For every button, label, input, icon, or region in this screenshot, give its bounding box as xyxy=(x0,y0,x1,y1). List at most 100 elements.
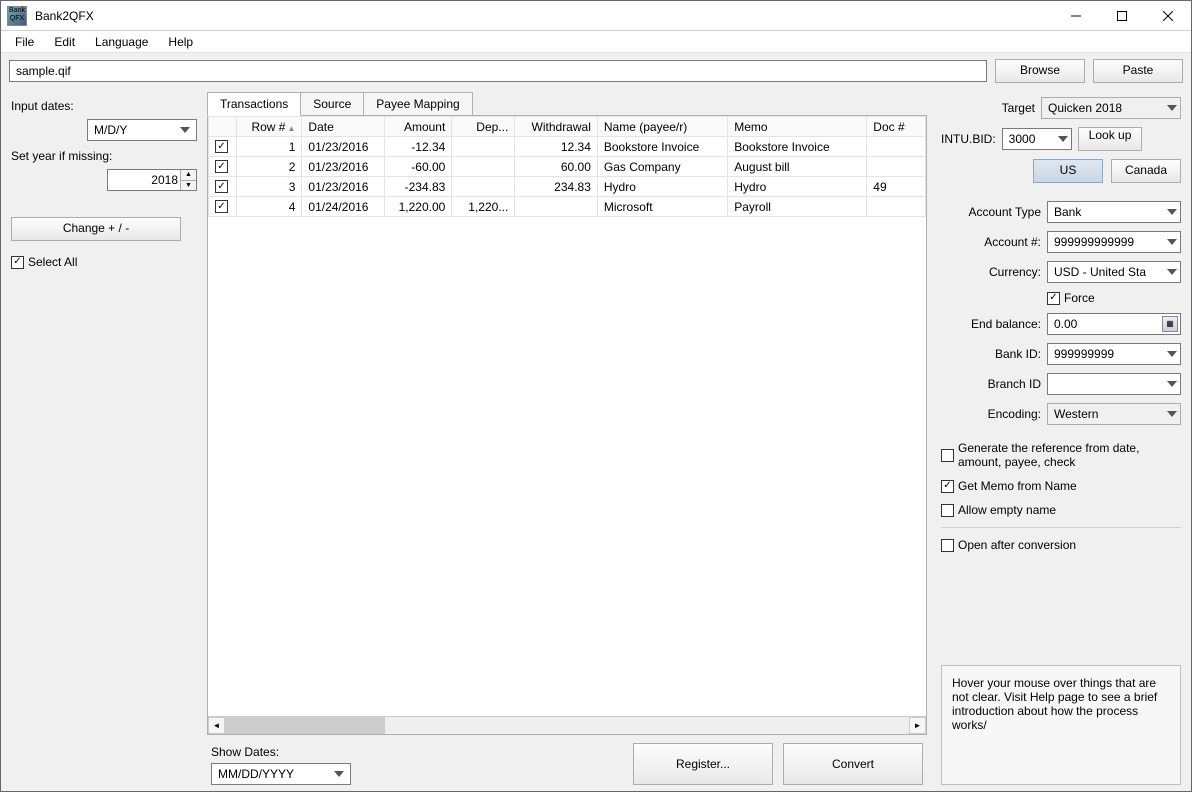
col-check[interactable] xyxy=(209,117,237,137)
col-date[interactable]: Date xyxy=(302,117,385,137)
currency-select[interactable]: USD - United Sta xyxy=(1047,261,1181,283)
select-all-checkbox[interactable]: ✓ Select All xyxy=(11,255,197,269)
change-sign-button[interactable]: Change + / - xyxy=(11,217,181,241)
checkbox-icon xyxy=(941,539,954,552)
cell-memo: August bill xyxy=(728,157,867,177)
input-dates-select[interactable]: M/D/Y xyxy=(87,119,197,141)
lookup-button[interactable]: Look up xyxy=(1078,127,1143,151)
target-label: Target xyxy=(941,101,1035,115)
col-memo[interactable]: Memo xyxy=(728,117,867,137)
encoding-label: Encoding: xyxy=(941,407,1041,421)
scroll-right-icon[interactable]: ► xyxy=(909,717,926,734)
set-year-spinner[interactable]: 2018 ▲▼ xyxy=(107,169,197,191)
path-toolbar: Browse Paste xyxy=(1,53,1191,89)
cell-doc xyxy=(867,157,926,177)
show-dates-select[interactable]: MM/DD/YYYY xyxy=(211,763,351,785)
checkbox-icon xyxy=(941,449,954,462)
intu-bid-label: INTU.BID: xyxy=(941,132,996,146)
intu-bid-select[interactable]: 3000 xyxy=(1002,128,1072,150)
table-row[interactable]: ✓301/23/2016-234.83234.83HydroHydro49 xyxy=(209,177,926,197)
cell-deposit xyxy=(452,137,515,157)
row-checkbox[interactable]: ✓ xyxy=(215,200,228,213)
cell-withdrawal: 12.34 xyxy=(515,137,598,157)
row-checkbox[interactable]: ✓ xyxy=(215,180,228,193)
select-all-label: Select All xyxy=(28,255,77,269)
account-type-select[interactable]: Bank xyxy=(1047,201,1181,223)
menu-help[interactable]: Help xyxy=(158,33,203,51)
cell-name: Bookstore Invoice xyxy=(597,137,727,157)
right-panel: Target Quicken 2018 INTU.BID: 3000 Look … xyxy=(931,89,1191,791)
cell-row: 2 xyxy=(237,157,302,177)
bank-id-select[interactable]: 999999999 xyxy=(1047,343,1181,365)
horizontal-scrollbar[interactable]: ◄ ► xyxy=(208,716,926,734)
spinner-up-icon[interactable]: ▲ xyxy=(180,170,196,181)
chevron-down-icon xyxy=(334,768,346,780)
close-button[interactable] xyxy=(1145,1,1191,31)
target-select[interactable]: Quicken 2018 xyxy=(1041,97,1181,119)
cell-withdrawal: 60.00 xyxy=(515,157,598,177)
scroll-thumb[interactable] xyxy=(225,717,385,734)
checkmark-icon: ✓ xyxy=(941,480,954,493)
col-doc[interactable]: Doc # xyxy=(867,117,926,137)
maximize-button[interactable] xyxy=(1099,1,1145,31)
calendar-icon[interactable]: ▦ xyxy=(1162,316,1178,332)
cell-date: 01/23/2016 xyxy=(302,177,385,197)
main-area: Input dates: M/D/Y Set year if missing: … xyxy=(1,89,1191,791)
minimize-button[interactable] xyxy=(1053,1,1099,31)
end-balance-input[interactable]: 0.00▦ xyxy=(1047,313,1181,335)
col-deposit[interactable]: Dep... xyxy=(452,117,515,137)
table-row[interactable]: ✓101/23/2016-12.3412.34Bookstore Invoice… xyxy=(209,137,926,157)
account-num-label: Account #: xyxy=(941,235,1041,249)
open-after-checkbox[interactable]: Open after conversion xyxy=(941,538,1181,552)
menu-file[interactable]: File xyxy=(5,33,44,51)
register-button[interactable]: Register... xyxy=(633,743,773,785)
left-panel: Input dates: M/D/Y Set year if missing: … xyxy=(1,89,207,791)
convert-button[interactable]: Convert xyxy=(783,743,923,785)
cell-memo: Bookstore Invoice xyxy=(728,137,867,157)
cell-name: Gas Company xyxy=(597,157,727,177)
account-num-select[interactable]: 999999999999 xyxy=(1047,231,1181,253)
us-button[interactable]: US xyxy=(1033,159,1103,183)
table-row[interactable]: ✓401/24/20161,220.001,220...MicrosoftPay… xyxy=(209,197,926,217)
menu-language[interactable]: Language xyxy=(85,33,158,51)
row-checkbox[interactable]: ✓ xyxy=(215,140,228,153)
tab-strip: Transactions Source Payee Mapping xyxy=(207,91,927,115)
browse-button[interactable]: Browse xyxy=(995,59,1085,83)
menu-edit[interactable]: Edit xyxy=(44,33,85,51)
table-row[interactable]: ✓201/23/2016-60.0060.00Gas CompanyAugust… xyxy=(209,157,926,177)
col-name[interactable]: Name (payee/r) xyxy=(597,117,727,137)
cell-row: 3 xyxy=(237,177,302,197)
chevron-down-icon xyxy=(1167,266,1177,280)
generate-reference-checkbox[interactable]: Generate the reference from date, amount… xyxy=(941,441,1181,469)
col-row[interactable]: Row #▲ xyxy=(237,117,302,137)
chevron-down-icon xyxy=(1058,133,1068,147)
cell-withdrawal xyxy=(515,197,598,217)
intu-bid-value: 3000 xyxy=(1009,132,1036,146)
col-amount[interactable]: Amount xyxy=(384,117,451,137)
tab-source[interactable]: Source xyxy=(300,92,364,116)
scroll-left-icon[interactable]: ◄ xyxy=(208,717,225,734)
paste-button[interactable]: Paste xyxy=(1093,59,1183,83)
get-memo-checkbox[interactable]: ✓Get Memo from Name xyxy=(941,479,1181,493)
col-withdrawal[interactable]: Withdrawal xyxy=(515,117,598,137)
help-text: Hover your mouse over things that are no… xyxy=(952,676,1157,732)
menubar: File Edit Language Help xyxy=(1,31,1191,53)
allow-empty-checkbox[interactable]: Allow empty name xyxy=(941,503,1181,517)
close-icon xyxy=(1163,11,1173,21)
tab-transactions[interactable]: Transactions xyxy=(207,92,301,116)
cell-deposit xyxy=(452,157,515,177)
cell-doc xyxy=(867,137,926,157)
canada-button[interactable]: Canada xyxy=(1111,159,1181,183)
force-checkbox[interactable]: ✓Force xyxy=(1047,291,1095,305)
bottom-bar: Show Dates: MM/DD/YYYY Register... Conve… xyxy=(207,735,927,785)
spinner-down-icon[interactable]: ▼ xyxy=(180,181,196,191)
scroll-track[interactable] xyxy=(225,717,909,734)
row-checkbox[interactable]: ✓ xyxy=(215,160,228,173)
set-year-value: 2018 xyxy=(114,173,178,187)
branch-id-select[interactable] xyxy=(1047,373,1181,395)
file-path-input[interactable] xyxy=(9,60,987,82)
bank-id-label: Bank ID: xyxy=(941,347,1041,361)
encoding-select[interactable]: Western xyxy=(1047,403,1181,425)
tab-payee-mapping[interactable]: Payee Mapping xyxy=(363,92,472,116)
chevron-down-icon xyxy=(1167,378,1177,392)
